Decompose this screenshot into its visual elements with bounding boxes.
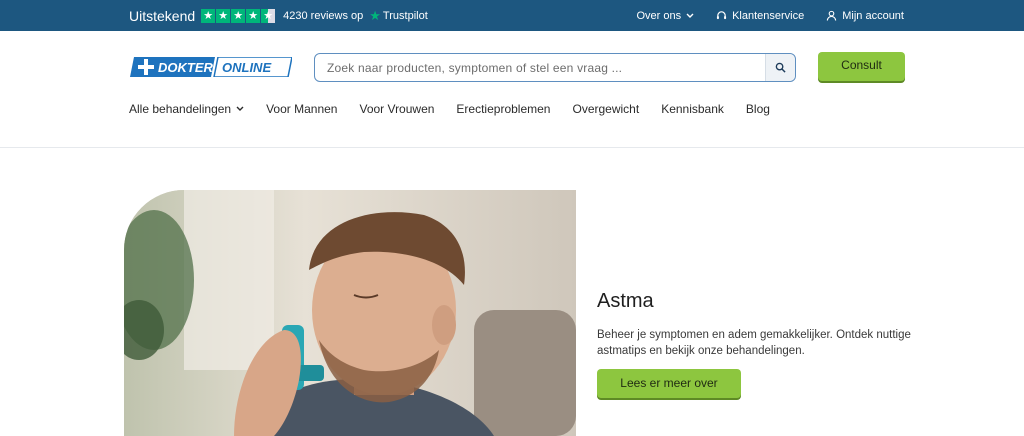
hero-description: Beheer je symptomen en adem gemakkelijke… — [597, 329, 911, 357]
svg-text:DOKTER: DOKTER — [158, 60, 214, 75]
nav-item-knowledge-base[interactable]: Kennisbank — [661, 102, 724, 116]
search-button[interactable] — [765, 54, 795, 81]
top-bar: Uitstekend ★ ★ ★ ★ ★ 4230 reviews op ★ T… — [0, 0, 1024, 31]
half-star-icon: ★ — [261, 8, 276, 23]
star-icon: ★ — [216, 8, 231, 23]
trustpilot-widget[interactable]: Uitstekend ★ ★ ★ ★ ★ 4230 reviews op ★ T… — [129, 0, 428, 31]
headset-icon — [716, 11, 727, 20]
nav-item-all-treatments[interactable]: Alle behandelingen — [129, 102, 244, 116]
hero-image — [124, 190, 576, 436]
trustpilot-label: Trustpilot — [382, 9, 428, 22]
header-divider — [0, 147, 1024, 148]
star-icon: ★ — [201, 8, 216, 23]
account-link[interactable]: Mijn account — [826, 10, 904, 22]
read-more-button[interactable]: Lees er meer over — [597, 369, 741, 398]
nav-item-label: Alle behandelingen — [129, 102, 232, 116]
nav-item-women[interactable]: Voor Vrouwen — [359, 102, 434, 116]
rating-label: Uitstekend — [129, 7, 196, 24]
nav-item-erectile[interactable]: Erectieproblemen — [456, 102, 550, 116]
account-label: Mijn account — [842, 9, 904, 22]
hero-title: Astma — [597, 290, 654, 312]
trustpilot-star-icon: ★ — [369, 7, 381, 23]
dokter-online-logo[interactable]: DOKTER ONLINE — [130, 57, 292, 77]
nav-item-overweight[interactable]: Overgewicht — [572, 102, 639, 116]
search-icon — [775, 62, 786, 73]
chevron-down-icon — [686, 13, 694, 18]
reviews-count: 4230 reviews op — [283, 9, 364, 22]
main-nav: Alle behandelingen Voor Mannen Voor Vrou… — [129, 102, 792, 116]
nav-item-blog[interactable]: Blog — [746, 102, 770, 116]
about-label: Over ons — [636, 9, 682, 22]
about-link[interactable]: Over ons — [636, 10, 694, 22]
customer-service-label: Klantenservice — [732, 9, 805, 22]
top-links: Over ons Klantenservice Mijn account — [636, 0, 904, 31]
rating-stars: ★ ★ ★ ★ ★ — [201, 8, 276, 23]
consult-button[interactable]: Consult — [818, 52, 905, 81]
nav-item-men[interactable]: Voor Mannen — [266, 102, 337, 116]
star-icon: ★ — [246, 8, 261, 23]
user-icon — [827, 10, 837, 21]
search-input[interactable]: Zoek naar producten, symptomen of stel e… — [327, 61, 622, 75]
customer-service-link[interactable]: Klantenservice — [716, 10, 804, 22]
svg-text:ONLINE: ONLINE — [222, 60, 271, 75]
search-bar[interactable]: Zoek naar producten, symptomen of stel e… — [314, 53, 796, 82]
star-icon: ★ — [231, 8, 246, 23]
chevron-down-icon — [236, 106, 244, 111]
